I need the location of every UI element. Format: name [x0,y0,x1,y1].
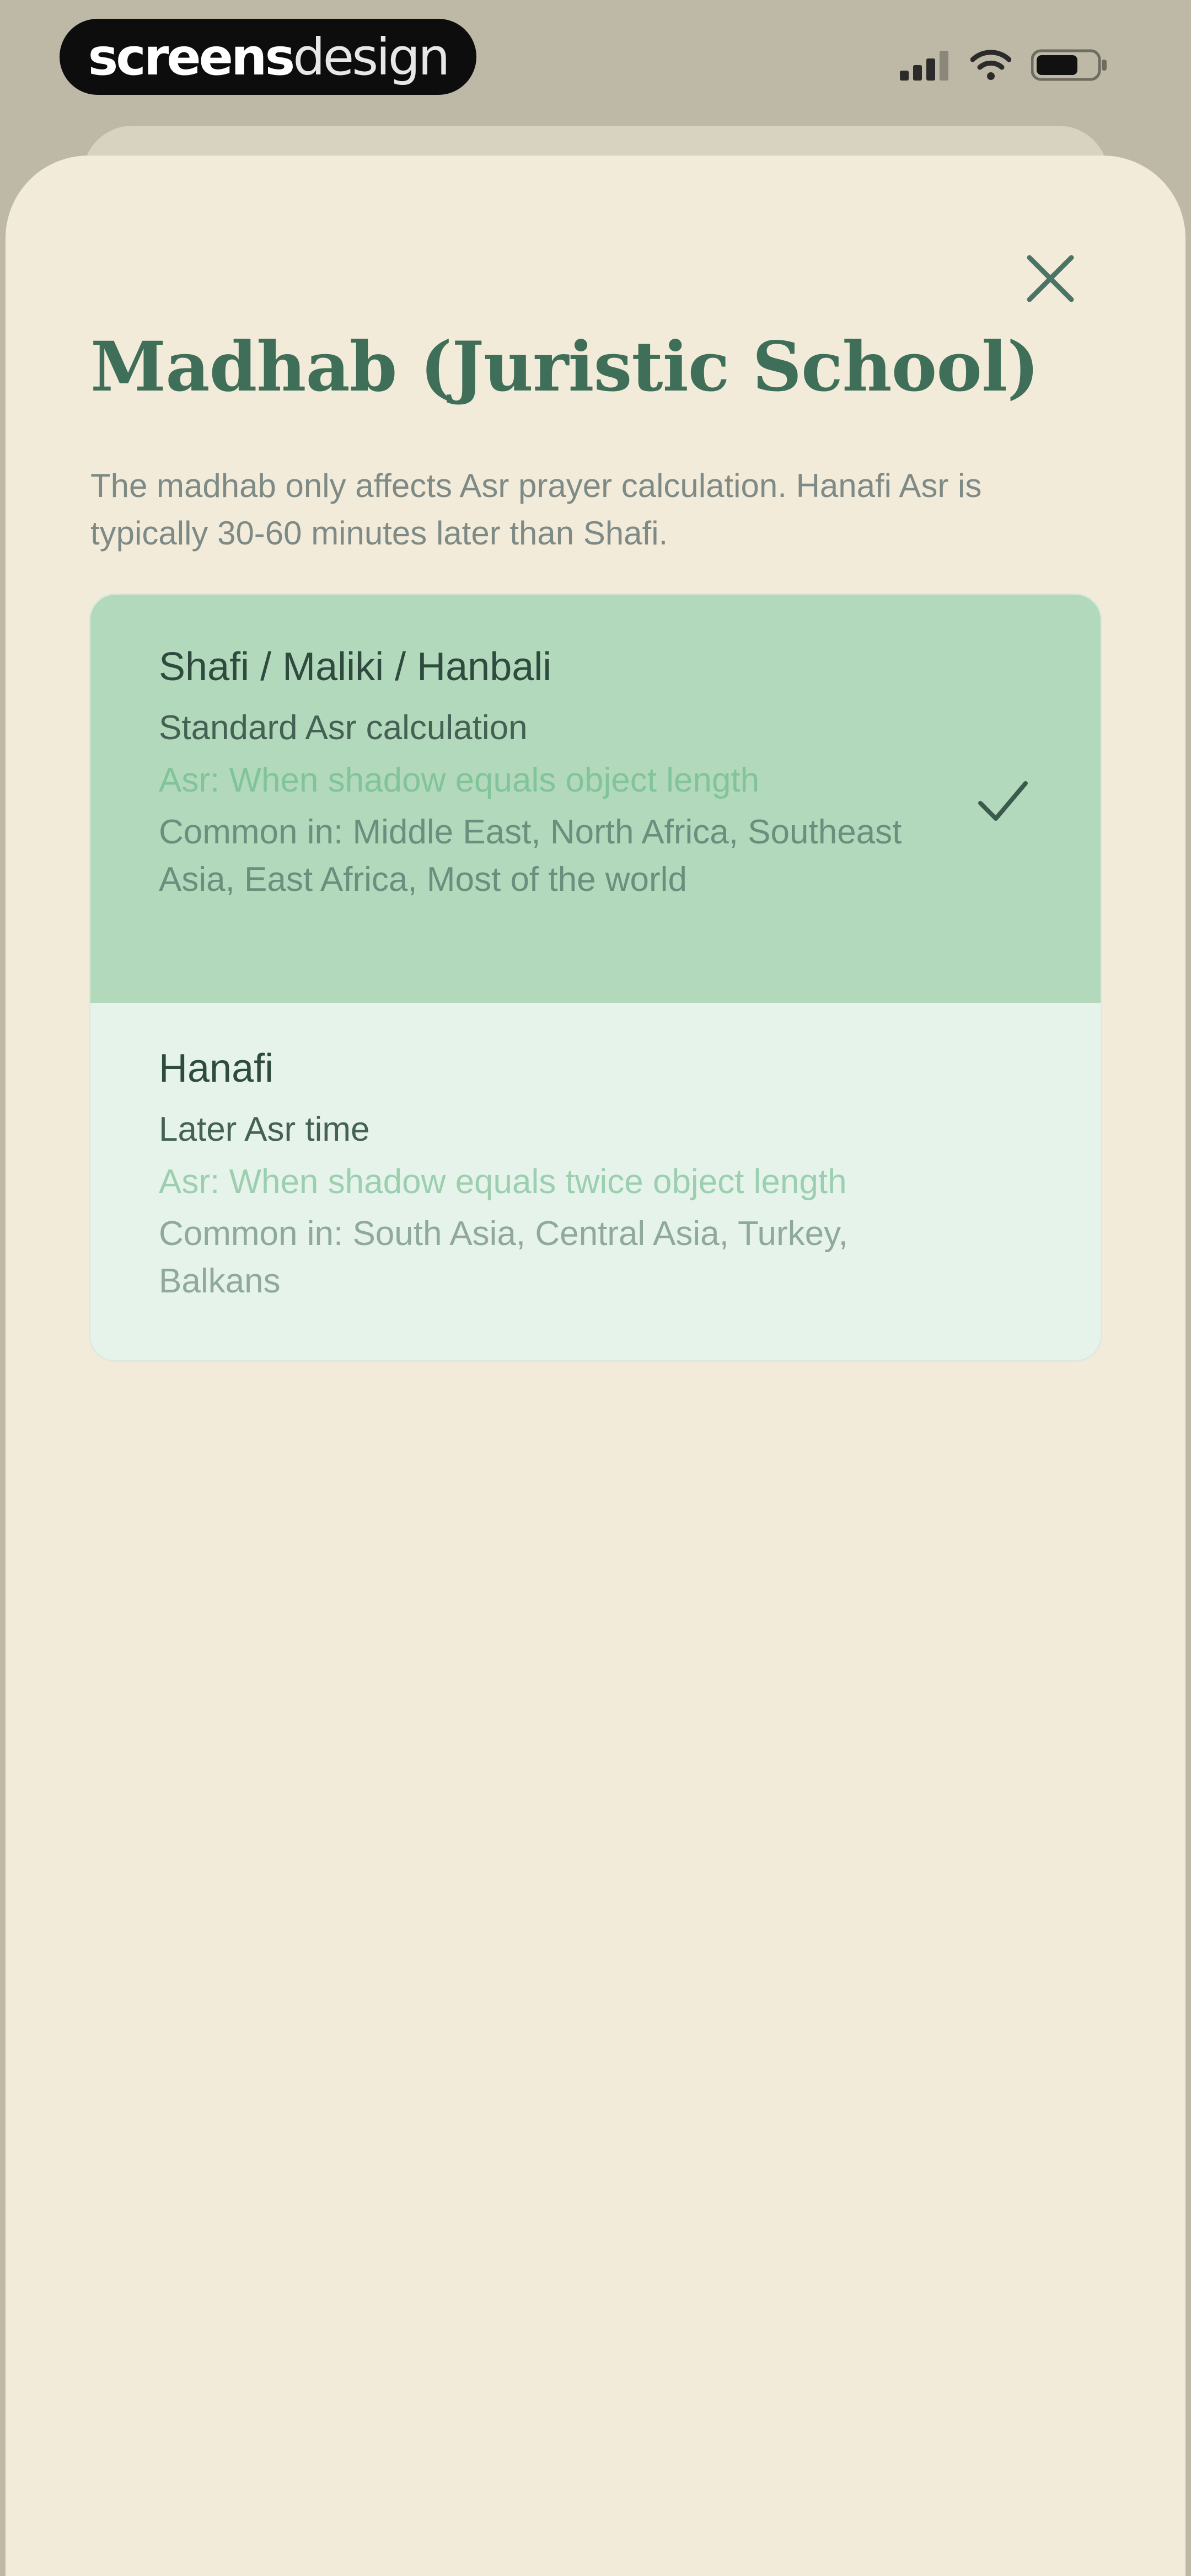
wifi-icon [970,50,1011,80]
cellular-signal-icon [900,51,948,81]
brand-logo-bold: screens [88,27,296,87]
sheet-description: The madhab only affects Asr prayer calcu… [90,467,982,552]
brand-logo: screens design [60,19,476,95]
checkmark-icon [978,781,1028,821]
option-body: Shafi / Maliki / Hanbali Standard Asr ca… [159,645,964,904]
page-title: Madhab (Juristic School) [90,327,1039,407]
option-subtitle: Later Asr time [159,1110,370,1149]
brand-logo-light: design [293,27,450,87]
option-shafi-maliki-hanbali[interactable]: Shafi / Maliki / Hanbali Standard Asr ca… [90,595,1101,1003]
option-rule: Asr: When shadow equals twice object len… [159,1162,847,1201]
option-hanafi[interactable]: Hanafi Later Asr time Asr: When shadow e… [90,1003,1101,1360]
close-icon [1027,255,1074,302]
option-body: Hanafi Later Asr time Asr: When shadow e… [159,1046,964,1305]
status-icons [900,49,1108,82]
option-name: Hanafi [159,1046,274,1091]
madhab-options: Shafi / Maliki / Hanbali Standard Asr ca… [90,595,1101,1360]
close-button[interactable] [1015,243,1086,314]
option-name: Shafi / Maliki / Hanbali [159,645,552,689]
option-common-regions: Common in: South Asia, Central Asia, Tur… [159,1214,848,1300]
option-common-regions: Common in: Middle East, North Africa, So… [159,813,902,899]
battery-icon [1031,49,1107,81]
option-rule: Asr: When shadow equals object length [159,761,760,799]
option-subtitle: Standard Asr calculation [159,709,528,747]
status-bar: screens design [0,0,1191,116]
